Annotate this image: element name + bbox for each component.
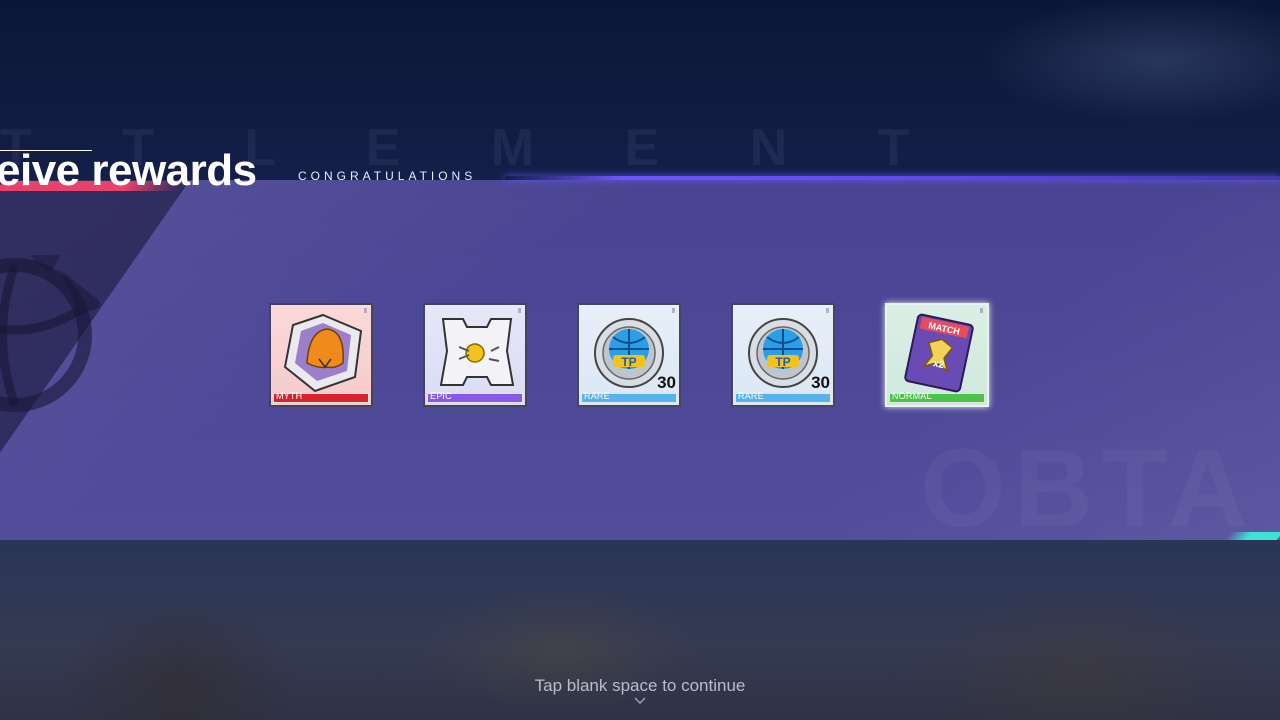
rarity-label: RARE	[738, 391, 764, 401]
reward-card-normal[interactable]: MATCH x2 NORMAL	[885, 303, 989, 407]
reward-card-rare[interactable]: TP 30 RARE	[577, 303, 681, 407]
rarity-label: NORMAL	[892, 391, 932, 401]
reward-quantity: 30	[657, 373, 676, 392]
rarity-label: RARE	[584, 391, 610, 401]
panel-ghost-text: OBTA	[920, 425, 1255, 540]
skill-ticket-icon	[439, 318, 515, 386]
page-title: eive rewards	[0, 146, 257, 195]
reward-quantity: 30	[811, 373, 830, 392]
reward-card-myth[interactable]: MYTH	[269, 303, 373, 407]
reward-list: MYTH EPIC TP 30 RARE TP 30 RARE MATCH x2…	[0, 303, 1280, 413]
match-double-card-icon: MATCH x2	[904, 313, 974, 393]
avatar-frame-icon	[283, 313, 363, 393]
panel-corner-accent	[1224, 532, 1280, 540]
congratulations-subtitle: CONGRATULATIONS	[298, 169, 477, 183]
tap-to-continue[interactable]: Tap blank space to continue	[0, 676, 1280, 696]
reward-card-epic[interactable]: EPIC	[423, 303, 527, 407]
rarity-label: EPIC	[430, 391, 452, 401]
header-glow-line	[505, 176, 1280, 180]
svg-text:TP: TP	[621, 355, 636, 369]
chevron-down-icon	[634, 697, 646, 705]
svg-text:TP: TP	[775, 355, 790, 369]
rarity-label: MYTH	[276, 391, 303, 401]
reward-card-rare[interactable]: TP 30 RARE	[731, 303, 835, 407]
